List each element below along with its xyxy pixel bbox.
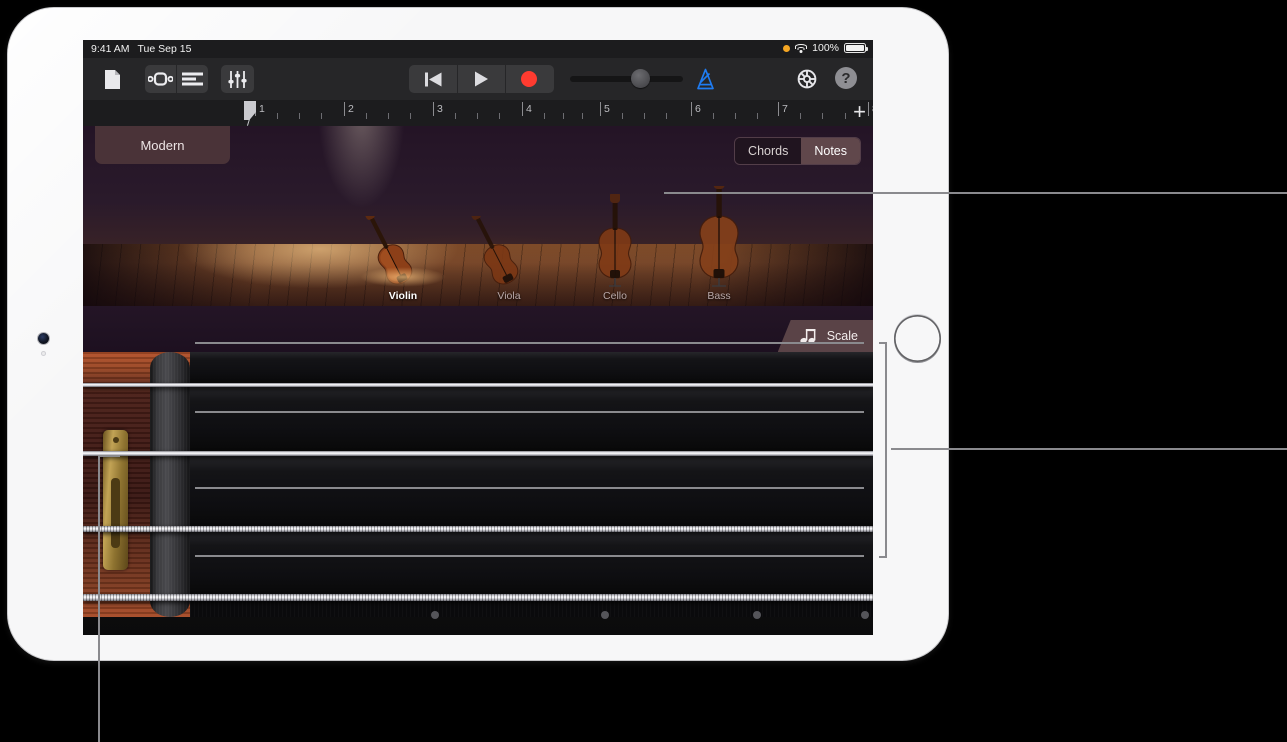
strings-third-leader [195,487,864,489]
string-2-a[interactable] [83,451,873,456]
ruler-bar-3: 3 [437,103,443,115]
mixer-button[interactable] [221,65,254,93]
metronome-button[interactable] [695,68,716,90]
position-marker-2 [601,611,609,619]
rewind-icon [424,72,441,86]
viola-icon [470,216,519,285]
ruler-bar-7: 7 [782,103,788,115]
help-button[interactable]: ? [835,67,857,89]
chords-notes-toggle: Chords Notes [735,138,860,164]
my-songs-button[interactable] [97,65,127,93]
body-callout-top [98,455,120,457]
main-toolbar: ? [83,58,873,100]
view-toggle-group [145,65,208,93]
instrument-selector-callout [664,192,1287,194]
track-view-icon [182,72,203,86]
wifi-icon [795,43,808,53]
loop-browser-button[interactable] [145,65,176,93]
play-icon [474,71,488,87]
tab-chords[interactable]: Chords [735,138,802,164]
status-bar: 9:41 AM Tue Sep 15 100% [83,40,873,58]
playhead-tail [246,118,250,126]
violin-spotlight-glow [360,267,446,287]
add-section-button[interactable]: + [853,101,866,123]
status-date: Tue Sep 15 [137,43,192,55]
battery-full-icon [844,43,868,53]
scale-button[interactable]: Scale [777,320,873,352]
instrument-label-viola: Viola [497,290,521,302]
string-lane-3[interactable] [190,456,873,526]
stage-bottom-panel: Scale [83,306,873,352]
playhead-marker[interactable] [244,101,256,120]
ruler-bar-2: 2 [348,103,354,115]
instrument-label-violin: Violin [388,290,418,302]
ruler-bar-1: 1 [259,103,265,115]
master-volume-slider[interactable] [570,76,683,82]
ruler-bar-6: 6 [695,103,701,115]
string-lane-1[interactable] [190,352,873,383]
orange-dot-icon [783,44,791,52]
gear-icon [797,69,817,89]
record-icon [521,71,537,87]
instrument-selector-stage: Violin Viola Cello Bass Modern Chords No… [83,126,873,306]
strings-bracket-stem [885,342,887,558]
string-3-d[interactable] [83,526,873,532]
cello-icon [598,194,632,287]
string-lane-4[interactable] [190,532,873,594]
position-marker-4 [861,611,869,619]
strings-area-callout [891,448,1287,450]
ambient-light-sensor-icon [41,351,46,356]
string-4-g[interactable] [83,594,873,601]
metronome-icon [697,68,714,90]
ruler-bar-8: 8 [872,103,873,115]
instrument-cello[interactable]: Cello [567,194,663,302]
fingerboard-nut [150,352,190,617]
strings-second-leader [195,411,864,413]
tab-notes[interactable]: Notes [801,138,860,164]
app-screen: 9:41 AM Tue Sep 15 100% ? 1 2 3 4 5 6 7 … [83,40,873,635]
track-view-button[interactable] [177,65,208,93]
instrument-bass[interactable]: Bass [671,186,767,302]
screenshot-root: 9:41 AM Tue Sep 15 100% ? 1 2 3 4 5 6 7 … [0,0,1287,742]
record-button[interactable] [505,65,553,93]
instrument-body-callout [98,455,100,742]
ruler-bar-5: 5 [604,103,610,115]
position-marker-3 [753,611,761,619]
preset-name-tab[interactable]: Modern [95,126,230,164]
position-marker-1 [431,611,439,619]
instrument-label-cello: Cello [603,290,627,302]
timeline-ruler[interactable]: 1 2 3 4 5 6 7 8 [83,100,873,171]
scale-button-label: Scale [826,329,858,343]
strings-fourth-leader [195,555,864,557]
instrument-viola[interactable]: Viola [461,216,557,302]
instrument-label-bass: Bass [707,290,731,302]
home-button[interactable] [894,315,941,362]
rewind-button[interactable] [409,65,457,93]
bass-icon [699,186,739,287]
mixer-faders-icon [228,70,247,88]
loop-browser-icon [148,72,173,86]
document-icon [104,69,120,89]
instrument-violin[interactable]: Violin [355,216,451,302]
status-time: 9:41 AM [91,43,130,55]
front-camera-icon [38,333,49,344]
transport-controls [409,65,554,93]
battery-percent: 100% [812,42,839,54]
ruler-bar-4: 4 [526,103,532,115]
string-1-e[interactable] [83,383,873,387]
string-lane-2[interactable] [190,387,873,451]
string-instrument-fingerboard [83,352,873,635]
settings-button[interactable] [795,67,819,91]
strings-top-leader [195,342,864,344]
play-button[interactable] [457,65,505,93]
strings-bracket-bottom [879,556,887,558]
volume-slider-knob[interactable] [631,69,650,88]
